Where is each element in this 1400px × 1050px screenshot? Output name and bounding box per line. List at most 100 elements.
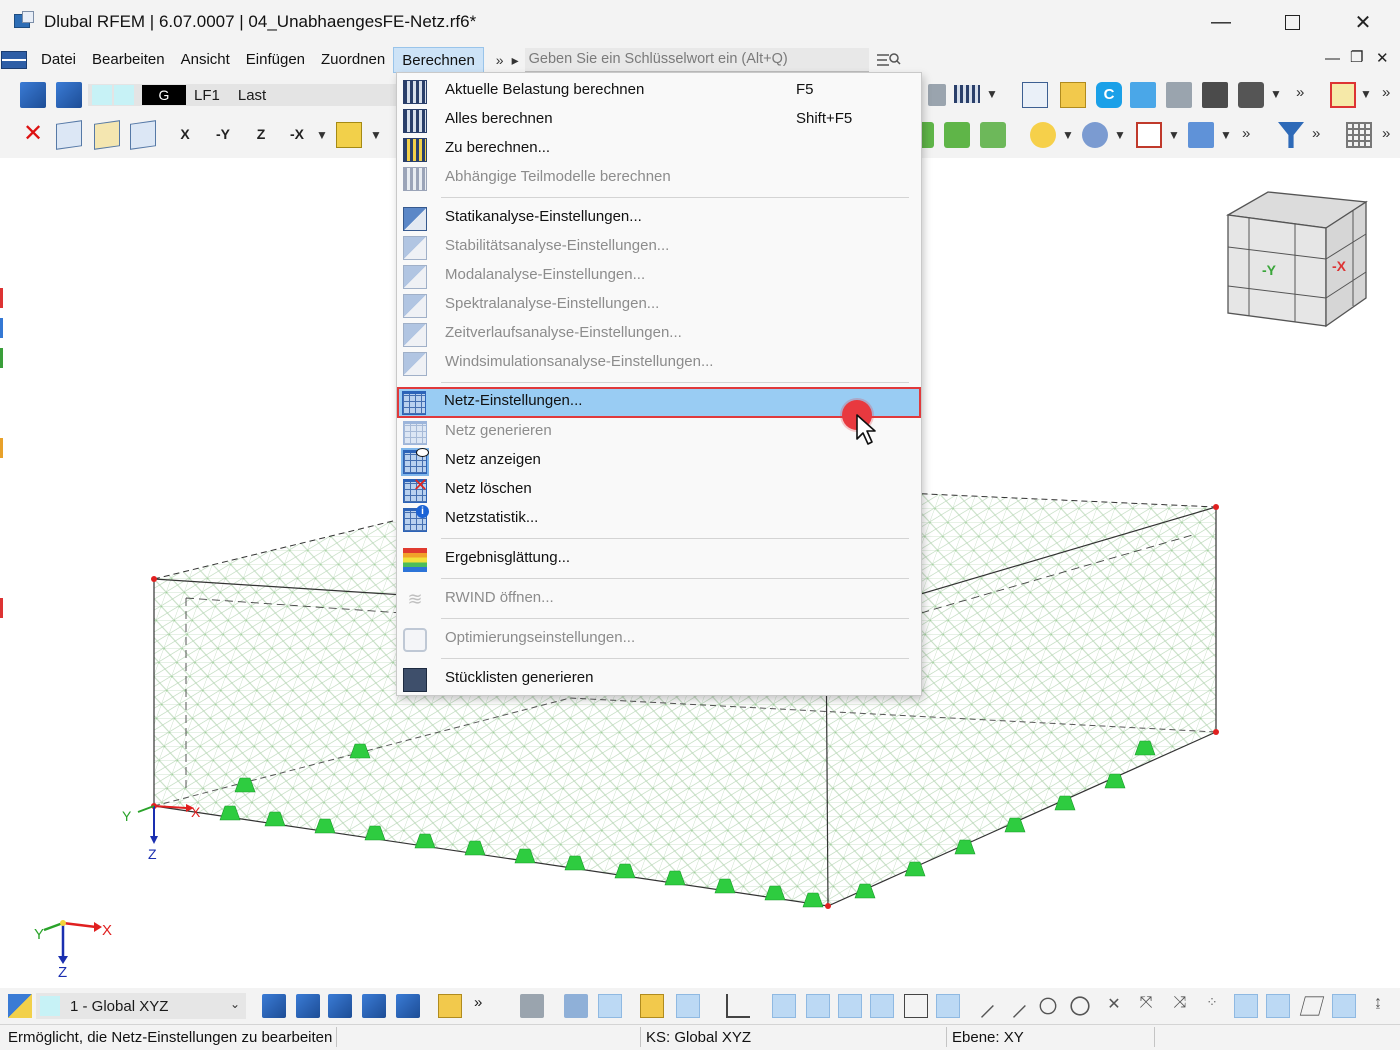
coordinate-system-selector[interactable]: 1 - Global XYZ ⌄ [36,993,246,1019]
menu-item-zeitverlaufsanalyse[interactable]: Zeitverlaufsanalyse-Einstellungen... [399,320,919,349]
toolbar-overflow-5[interactable]: » [1382,125,1390,142]
toolbar-overflow-4[interactable]: » [1312,125,1320,142]
node-display-icon[interactable] [1030,122,1056,148]
menu-item-abhaengige-teilmodelle[interactable]: Abhängige Teilmodelle berechnen [399,164,919,193]
mdi-restore-button[interactable]: ❐ [1350,48,1363,66]
menu-item-optimierungseinstellungen[interactable]: Optimierungseinstellungen... [399,625,919,654]
deselect-icon[interactable]: ✕ [20,121,46,147]
toolbar-overflow-2[interactable]: » [1382,84,1390,101]
search-options-icon[interactable] [875,49,901,71]
menu-einfuegen[interactable]: Einfügen [238,47,313,73]
menu-bearbeiten[interactable]: Bearbeiten [84,47,173,73]
extension-snap-icon[interactable]: ⤨ [1168,994,1192,1018]
maximize-button[interactable] [1257,0,1327,44]
cross-snap-icon[interactable] [904,994,928,1018]
menu-zuordnen[interactable]: Zuordnen [313,47,393,73]
parallel-snap-icon[interactable] [1002,994,1026,1018]
toolbar-overflow-1[interactable]: » [1296,84,1304,101]
report-icon[interactable] [1022,82,1048,108]
midpoint-snap-icon[interactable]: ⤧ [1134,994,1158,1018]
mdi-minimize-button[interactable]: — [1325,50,1340,67]
menu-item-netz-loeschen[interactable]: ✕ Netz löschen [399,476,919,505]
snap-member-icon[interactable] [296,994,320,1018]
menu-ansicht[interactable]: Ansicht [173,47,238,73]
grid-display-icon[interactable] [1234,994,1258,1018]
coordinate-system-icon[interactable] [8,994,32,1018]
snap-solid-icon[interactable] [362,994,386,1018]
view-x-icon[interactable]: X [172,121,198,147]
perpendicular-snap-icon[interactable] [936,994,960,1018]
menu-item-alles-berechnen[interactable]: Alles berechnen Shift+F5 [399,106,919,135]
grid-icon[interactable] [1346,122,1372,148]
snap-grid-point-icon[interactable] [772,994,796,1018]
angle-snap-icon[interactable] [726,994,750,1018]
view-option-3-icon[interactable] [598,994,622,1018]
select-dropdown-icon[interactable]: ▼ [1360,87,1372,101]
load-input-icon[interactable] [20,82,46,108]
menu-item-statikanalyse[interactable]: Statikanalyse-Einstellungen... [399,204,919,233]
save-icon[interactable] [1202,82,1228,108]
support-surface-icon[interactable] [980,122,1006,148]
solid-display-dropdown-icon[interactable]: ▼ [1220,128,1232,142]
node-display-dropdown-icon[interactable]: ▼ [1062,128,1074,142]
cloud-icon[interactable]: C [1096,82,1122,108]
menu-item-zu-berechnen[interactable]: Zu berechnen... [399,135,919,164]
load-case-selector[interactable]: G LF1 Last [88,84,398,106]
surface-display-icon[interactable] [1136,122,1162,148]
snap-grid-icon[interactable] [396,994,420,1018]
view-option-2-icon[interactable] [564,994,588,1018]
select-icon[interactable] [1330,82,1356,108]
menu-item-spektralanalyse[interactable]: Spektralanalyse-Einstellungen... [399,291,919,320]
printout-icon[interactable] [1166,82,1192,108]
tangent-snap-icon[interactable] [1039,997,1057,1015]
menu-item-stuecklisten[interactable]: Stücklisten generieren [399,665,919,694]
square-snap-icon[interactable] [838,994,862,1018]
surface-display-dropdown-icon[interactable]: ▼ [1168,128,1180,142]
view-option-5-icon[interactable] [676,994,700,1018]
view-neg-x-icon[interactable]: -X [284,121,310,147]
menu-item-ergebnisglaettung[interactable]: Ergebnisglättung... [399,545,919,574]
menu-datei[interactable]: Datei [33,47,84,73]
menu-item-stabilitaetsanalyse[interactable]: Stabilitätsanalyse-Einstellungen... [399,233,919,262]
line-snap-icon[interactable] [970,994,994,1018]
open-folder-icon[interactable] [1060,82,1086,108]
magnet-icon[interactable] [806,994,830,1018]
snap-surface-icon[interactable] [328,994,352,1018]
calculate-dropdown-icon[interactable]: ▼ [986,87,998,101]
circle-snap-icon[interactable] [1070,996,1090,1016]
load-wizard-icon[interactable] [56,82,82,108]
view-option-4-icon[interactable] [640,994,664,1018]
intersection-snap-icon[interactable]: ✕ [1102,994,1126,1018]
snap-node-icon[interactable] [262,994,286,1018]
point-snap-icon[interactable]: ⁘ [1200,994,1224,1018]
close-button[interactable]: ✕ [1328,0,1398,44]
vertical-dimension-icon[interactable]: ↨ [1366,994,1390,1018]
keyword-search-input[interactable]: Geben Sie ein Schlüsselwort ein (Alt+Q) [524,48,869,72]
work-plane-icon[interactable] [1299,996,1325,1016]
view-neg-y-icon[interactable]: -Y [210,121,236,147]
dimension-icon[interactable] [1332,994,1356,1018]
view-solid-icon[interactable] [130,120,156,150]
print-icon[interactable] [1238,82,1264,108]
member-display-dropdown-icon[interactable]: ▼ [1114,128,1126,142]
menu-berechnen[interactable]: Berechnen [393,47,484,73]
view-z-icon[interactable]: Z [248,121,274,147]
bottombar-overflow[interactable]: » [474,994,482,1011]
menu-item-modalanalyse[interactable]: Modalanalyse-Einstellungen... [399,262,919,291]
member-display-icon[interactable] [1082,122,1108,148]
settings-gear-icon[interactable] [928,84,946,106]
menu-item-netzstatistik[interactable]: i Netzstatistik... [399,505,919,534]
menu-item-windsimulation[interactable]: Windsimulationsanalyse-Einstellungen... [399,349,919,378]
visibility-dropdown-icon[interactable]: ▼ [370,128,382,142]
calculate-icon[interactable] [954,85,980,103]
menu-overflow-button[interactable]: » [492,52,508,68]
filter-icon[interactable] [1278,122,1304,148]
circle-x-snap-icon[interactable] [870,994,894,1018]
menu-item-rwind-oeffnen[interactable]: ≋ RWIND öffnen... [399,585,919,614]
support-multi-icon[interactable] [944,122,970,148]
mdi-close-button[interactable]: ✕ [1376,49,1389,67]
menu-item-netz-generieren[interactable]: Netz generieren [399,418,919,447]
print-dropdown-icon[interactable]: ▼ [1270,87,1282,101]
dlubal-logo-icon[interactable] [1,51,27,69]
view-option-1-icon[interactable] [520,994,544,1018]
